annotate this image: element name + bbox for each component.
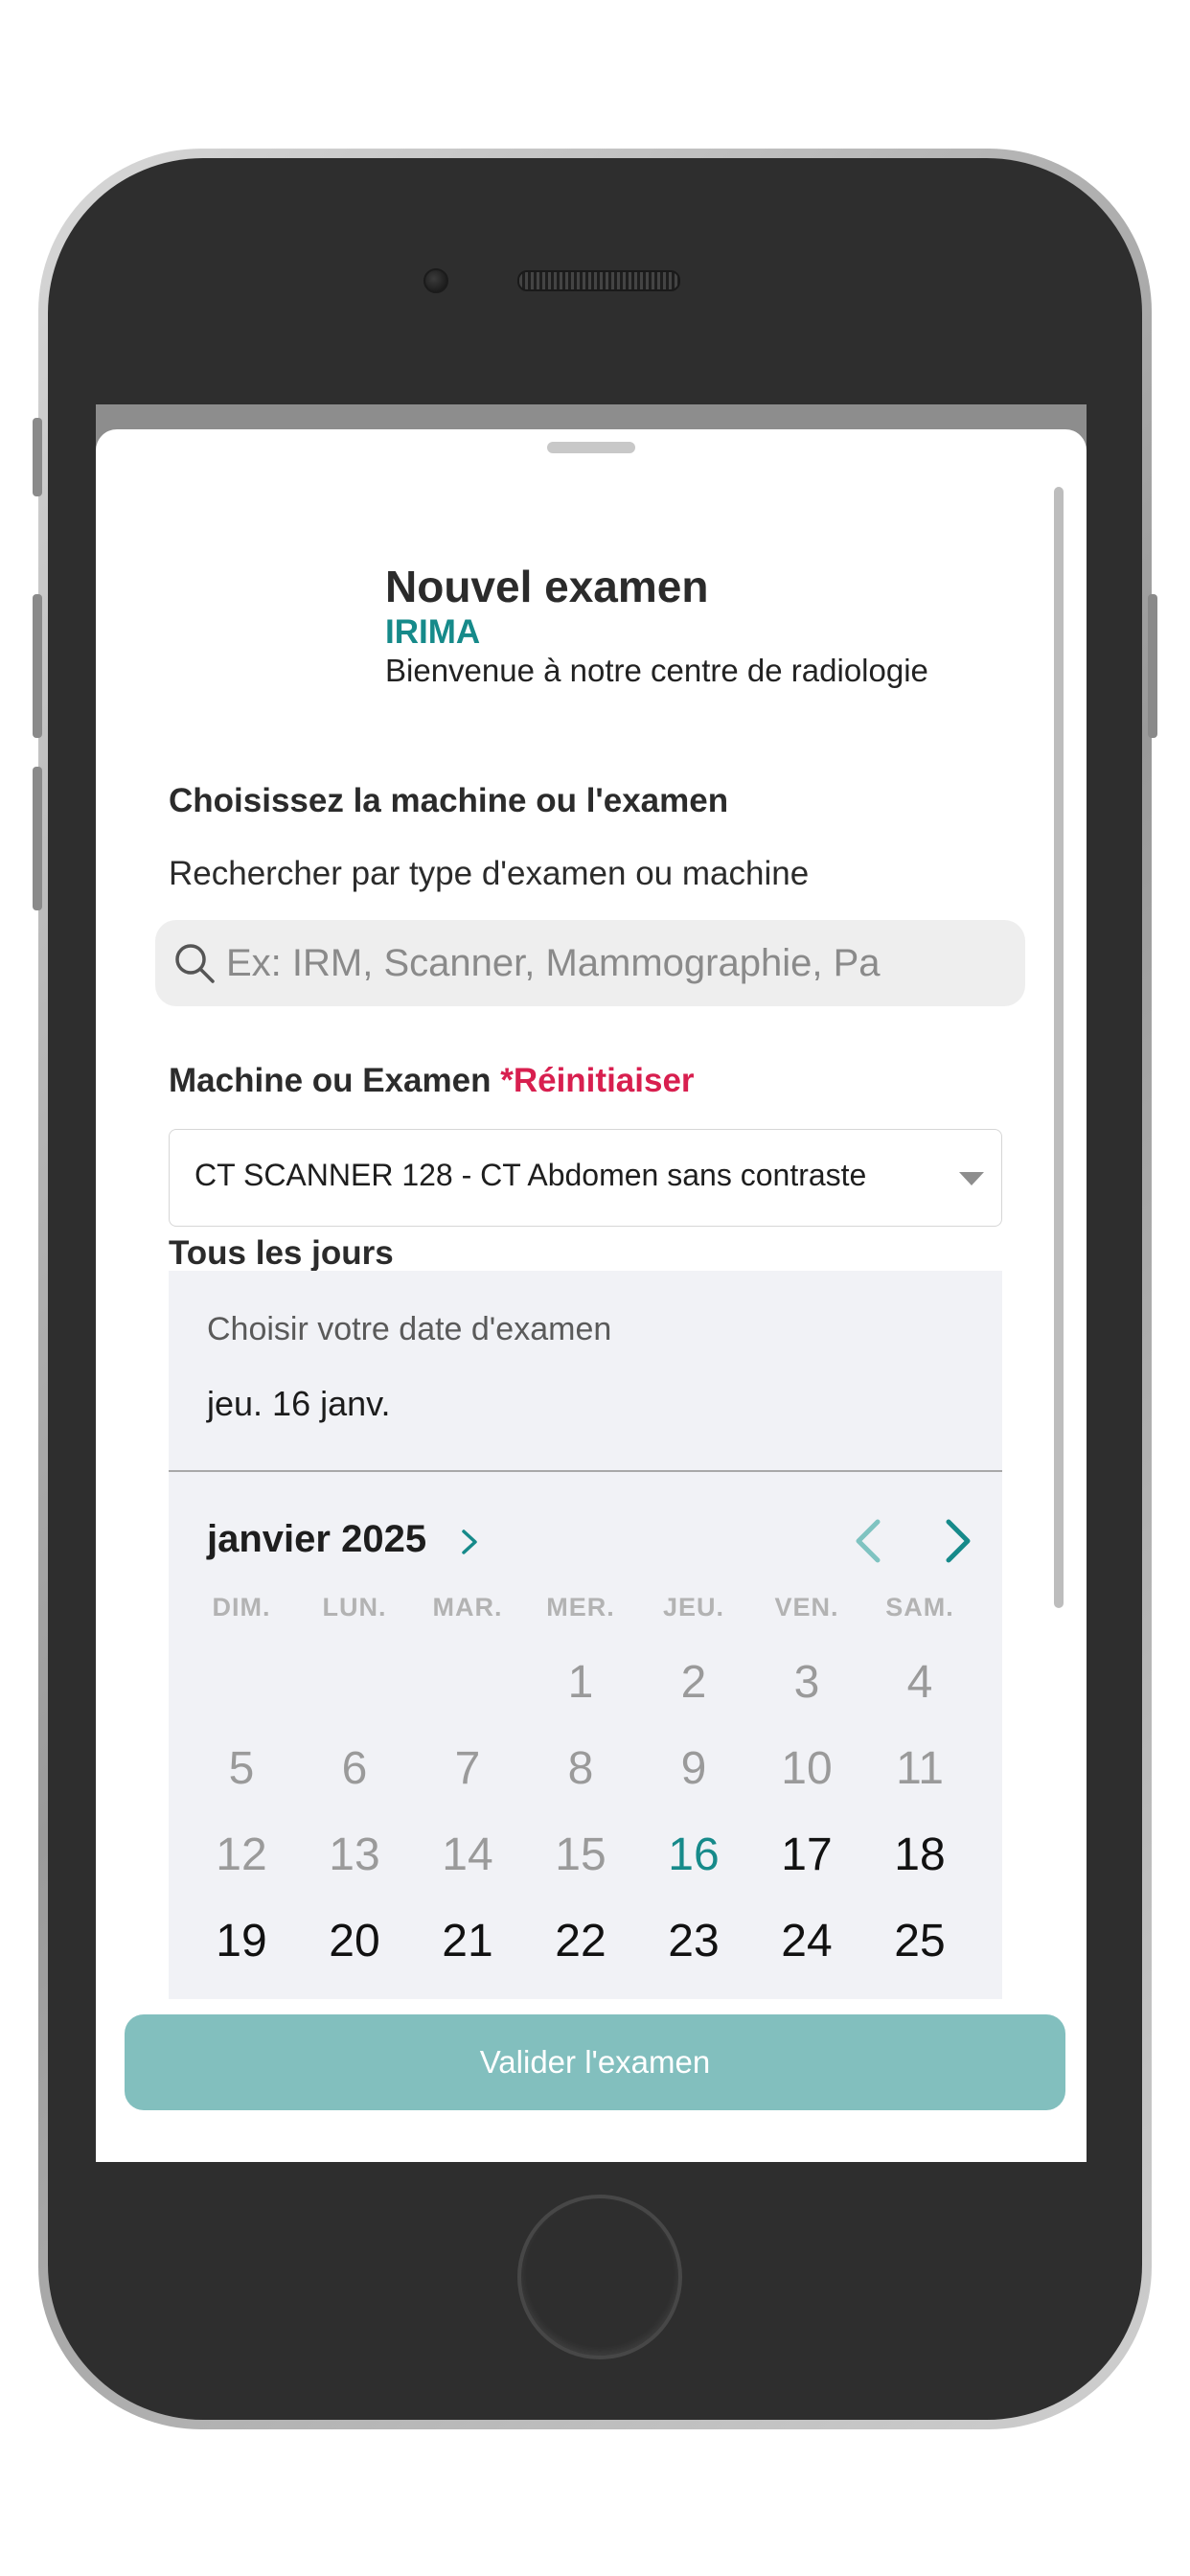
- volume-up-button: [33, 594, 42, 738]
- weekday-label: VEN.: [774, 1593, 839, 1622]
- weekday-label: LUN.: [322, 1593, 387, 1622]
- reset-link[interactable]: *Réinitiaiser: [500, 1062, 694, 1099]
- calendar-day[interactable]: 19: [185, 1903, 298, 1980]
- mute-switch: [33, 418, 42, 496]
- machine-label: Machine ou Examen: [169, 1062, 492, 1099]
- sheet-grabber[interactable]: [547, 442, 635, 453]
- calendar-day[interactable]: 7: [411, 1731, 524, 1807]
- calendar-day[interactable]: 5: [185, 1731, 298, 1807]
- calendar-day[interactable]: 2: [637, 1644, 750, 1721]
- volume-down-button: [33, 767, 42, 910]
- calendar-day[interactable]: 11: [863, 1731, 976, 1807]
- chevron-right-icon[interactable]: [456, 1524, 483, 1560]
- machine-select-value: CT SCANNER 128 - CT Abdomen sans contras…: [195, 1158, 867, 1192]
- date-divider: [169, 1470, 1002, 1472]
- calendar-day[interactable]: 21: [411, 1903, 524, 1980]
- date-field-label: Choisir votre date d'examen: [207, 1311, 612, 1347]
- welcome-text: Bienvenue à notre centre de radiologie: [385, 653, 928, 688]
- weekday-label: MAR.: [432, 1593, 503, 1622]
- brand-name: IRIMA: [385, 613, 481, 651]
- calendar-day[interactable]: 14: [411, 1817, 524, 1894]
- calendar-day[interactable]: 9: [637, 1731, 750, 1807]
- earpiece-speaker: [517, 270, 680, 291]
- calendar-day[interactable]: 22: [524, 1903, 637, 1980]
- calendar-day[interactable]: 12: [185, 1817, 298, 1894]
- page-title: Nouvel examen: [385, 562, 709, 611]
- header: Nouvel examen IRIMA Bienvenue à notre ce…: [385, 560, 928, 690]
- weekday-label: SAM.: [885, 1593, 954, 1622]
- month-year-label[interactable]: janvier 2025: [207, 1518, 426, 1561]
- search-input[interactable]: [226, 920, 998, 1006]
- calendar-day-selected[interactable]: 16: [637, 1817, 750, 1894]
- chevron-left-icon[interactable]: [847, 1514, 891, 1568]
- chevron-right-icon[interactable]: [935, 1514, 979, 1568]
- calendar-day[interactable]: 24: [750, 1903, 863, 1980]
- screen: Nouvel examen IRIMA Bienvenue à notre ce…: [96, 404, 1087, 2162]
- date-field-value[interactable]: jeu. 16 janv.: [207, 1384, 390, 1424]
- calendar-day[interactable]: 17: [750, 1817, 863, 1894]
- search-box[interactable]: [155, 920, 1025, 1006]
- calendar-day[interactable]: 25: [863, 1903, 976, 1980]
- machine-select[interactable]: CT SCANNER 128 - CT Abdomen sans contras…: [169, 1129, 1002, 1227]
- calendar-day[interactable]: 18: [863, 1817, 976, 1894]
- calendar-day[interactable]: 1: [524, 1644, 637, 1721]
- weekday-header: DIM. LUN. MAR. MER. JEU. VEN. SAM.: [169, 1593, 1002, 1631]
- calendar-day[interactable]: 8: [524, 1731, 637, 1807]
- power-button: [1148, 594, 1157, 738]
- frequency-label: Tous les jours: [169, 1234, 394, 1272]
- home-button[interactable]: [517, 2195, 682, 2359]
- caret-down-icon: [959, 1172, 984, 1185]
- bottom-sheet: Nouvel examen IRIMA Bienvenue à notre ce…: [96, 429, 1087, 2162]
- calendar-day[interactable]: 15: [524, 1817, 637, 1894]
- machine-label-row: Machine ou Examen *Réinitiaiser: [169, 1062, 695, 1100]
- weekday-label: MER.: [546, 1593, 615, 1622]
- calendar-day[interactable]: 10: [750, 1731, 863, 1807]
- calendar-day[interactable]: 4: [863, 1644, 976, 1721]
- scrollbar[interactable]: [1054, 487, 1064, 1608]
- date-picker: Choisir votre date d'examen jeu. 16 janv…: [169, 1271, 1002, 1999]
- search-icon: [175, 944, 215, 983]
- selection-subtitle: Rechercher par type d'examen ou machine: [169, 855, 810, 892]
- calendar-day[interactable]: 20: [298, 1903, 411, 1980]
- calendar-day[interactable]: 23: [637, 1903, 750, 1980]
- selection-title: Choisissez la machine ou l'examen: [169, 782, 729, 819]
- weekday-label: JEU.: [662, 1593, 725, 1622]
- calendar-day[interactable]: 13: [298, 1817, 411, 1894]
- front-camera: [423, 268, 448, 293]
- calendar-day[interactable]: 3: [750, 1644, 863, 1721]
- submit-exam-button[interactable]: Valider l'examen: [125, 2014, 1065, 2110]
- weekday-label: DIM.: [212, 1593, 271, 1622]
- calendar-day[interactable]: 6: [298, 1731, 411, 1807]
